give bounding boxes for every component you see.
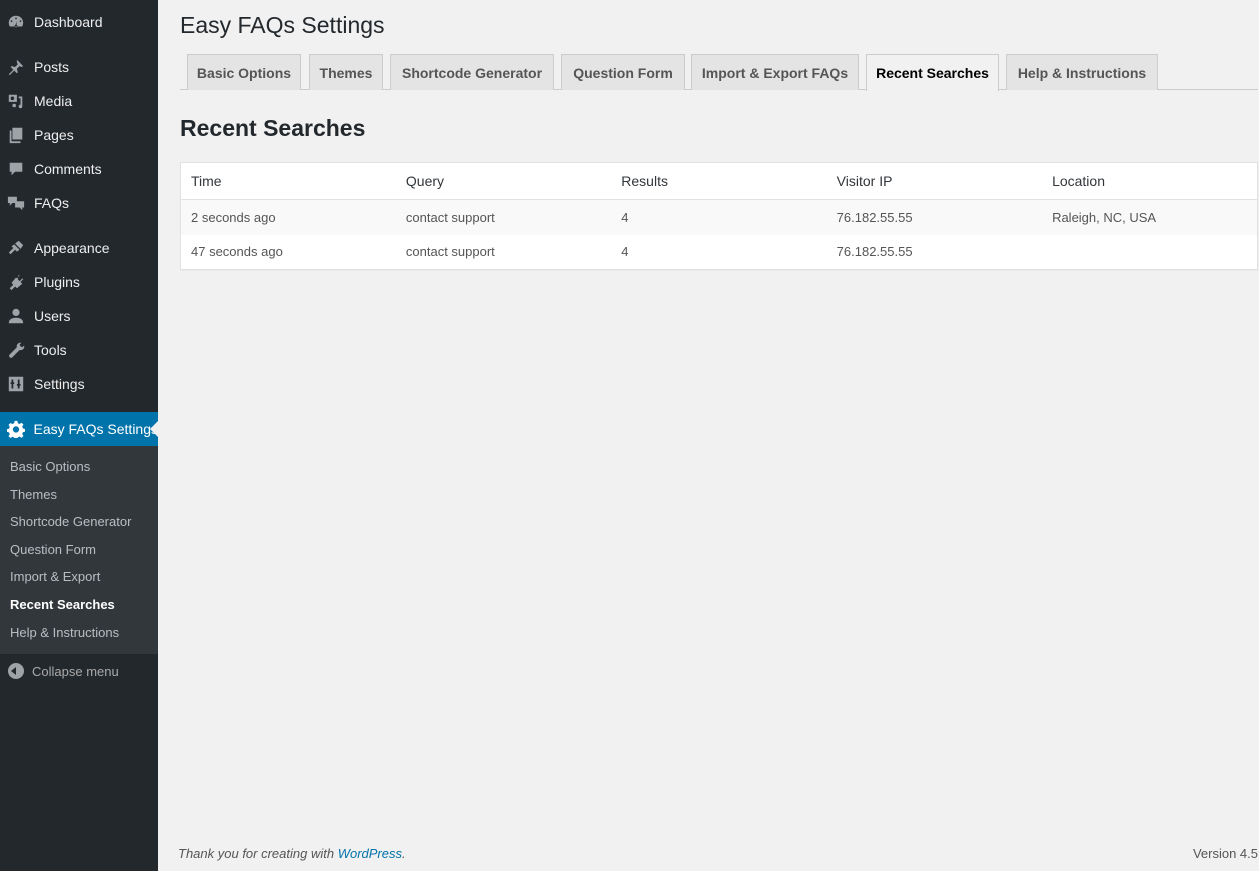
submenu-item-shortcode-generator[interactable]: Shortcode Generator — [0, 508, 158, 536]
table-row: 2 seconds ago contact support 4 76.182.5… — [180, 199, 1258, 235]
tab-basic-options[interactable]: Basic Options — [187, 54, 301, 90]
sidebar-item-label: Settings — [34, 376, 85, 392]
cell-results: 4 — [621, 244, 629, 260]
settings-tabs: Basic Options Themes Shortcode Generator… — [180, 54, 1258, 91]
sidebar-item-users[interactable]: Users — [0, 299, 158, 333]
comment-icon — [6, 159, 26, 179]
sidebar-item-faqs[interactable]: FAQs — [0, 186, 158, 220]
sidebar-item-label: FAQs — [34, 195, 70, 211]
wordpress-link[interactable]: WordPress — [338, 846, 402, 861]
pages-icon — [6, 125, 26, 145]
collapse-menu-button[interactable]: Collapse menu — [0, 656, 119, 686]
submenu: Basic Options Themes Shortcode Generator… — [0, 446, 158, 654]
pin-icon — [6, 57, 26, 77]
paintbrush-icon — [6, 238, 26, 258]
tab-recent-searches[interactable]: Recent Searches — [866, 54, 999, 91]
column-header-visitor-ip: Visitor IP — [826, 162, 1043, 200]
sidebar-item-label: Tools — [34, 342, 67, 358]
sidebar-item-label: Appearance — [34, 240, 110, 256]
column-header-query: Query — [395, 162, 612, 200]
cell-query: contact support — [395, 199, 612, 235]
column-header-results: Results — [611, 162, 827, 200]
cell-visitor-ip: 76.182.55.55 — [826, 199, 1043, 235]
sidebar-item-label: Comments — [34, 161, 102, 177]
tab-shortcode-generator[interactable]: Shortcode Generator — [390, 54, 554, 90]
settings-icon — [6, 374, 26, 394]
tab-import-export-faqs[interactable]: Import & Export FAQs — [691, 54, 859, 90]
cell-time: 2 seconds ago — [180, 199, 396, 235]
recent-searches-table: Time Query Results Visitor IP Location 2… — [180, 162, 1258, 270]
cell-location: Raleigh, NC, USA — [1042, 199, 1258, 235]
gear-icon — [6, 419, 26, 439]
footer-thanks-prefix: Thank you for creating with — [178, 846, 338, 861]
sidebar-item-posts[interactable]: Posts — [0, 50, 158, 84]
sidebar-item-label: Dashboard — [34, 14, 103, 30]
table-row: 47 seconds ago contact support 4 76.182.… — [181, 235, 1258, 270]
tab-themes[interactable]: Themes — [309, 54, 383, 90]
footer-thanks: Thank you for creating with WordPress. — [178, 846, 406, 861]
cell-location — [1042, 235, 1257, 270]
admin-sidebar: Dashboard Posts Media Pages Comments FAQ… — [0, 0, 158, 871]
collapse-arrow-icon — [8, 663, 24, 679]
sidebar-item-label: Easy FAQs Settings — [33, 421, 159, 437]
cell-time: 47 seconds ago — [191, 244, 283, 260]
tab-question-form[interactable]: Question Form — [561, 54, 685, 90]
sidebar-item-settings[interactable]: Settings — [0, 367, 158, 401]
user-icon — [6, 306, 26, 326]
sidebar-item-label: Posts — [34, 59, 70, 75]
submenu-item-question-form[interactable]: Question Form — [0, 536, 158, 564]
cell-results: 4 — [611, 199, 827, 235]
section-title: Recent Searches — [180, 115, 366, 141]
wrench-icon — [6, 340, 26, 360]
sidebar-item-label: Pages — [34, 127, 74, 143]
version-text: Version 4.5 — [1192, 846, 1258, 861]
sidebar-item-plugins[interactable]: Plugins — [0, 265, 158, 299]
submenu-item-basic-options[interactable]: Basic Options — [0, 453, 158, 481]
sidebar-item-appearance[interactable]: Appearance — [0, 231, 158, 265]
page-title: Easy FAQs Settings — [180, 12, 385, 38]
sidebar-item-easy-faqs-settings[interactable]: Easy FAQs Settings — [0, 412, 158, 446]
footer-thanks-suffix: . — [402, 846, 406, 861]
submenu-item-help-instructions[interactable]: Help & Instructions — [0, 619, 158, 647]
faq-icon — [6, 193, 26, 213]
dashboard-icon — [6, 12, 26, 32]
plug-icon — [6, 272, 26, 292]
sidebar-item-label: Media — [34, 93, 73, 109]
cell-visitor-ip: 76.182.55.55 — [836, 244, 913, 260]
tab-help-instructions[interactable]: Help & Instructions — [1006, 54, 1158, 90]
sidebar-item-media[interactable]: Media — [0, 84, 158, 118]
sidebar-item-tools[interactable]: Tools — [0, 333, 158, 367]
sidebar-item-label: Users — [34, 308, 71, 324]
column-header-location: Location — [1042, 162, 1258, 200]
column-header-time: Time — [180, 162, 396, 200]
sidebar-item-comments[interactable]: Comments — [0, 152, 158, 186]
submenu-item-import-export[interactable]: Import & Export — [0, 563, 158, 591]
submenu-item-recent-searches[interactable]: Recent Searches — [0, 591, 158, 619]
collapse-menu-label: Collapse menu — [32, 663, 119, 679]
sidebar-item-pages[interactable]: Pages — [0, 118, 158, 152]
cell-query: contact support — [405, 244, 495, 260]
sidebar-item-label: Plugins — [34, 274, 80, 290]
submenu-item-themes[interactable]: Themes — [0, 481, 158, 509]
media-icon — [6, 91, 26, 111]
table-header-row: Time Query Results Visitor IP Location — [180, 162, 1258, 200]
sidebar-item-dashboard[interactable]: Dashboard — [0, 5, 158, 39]
